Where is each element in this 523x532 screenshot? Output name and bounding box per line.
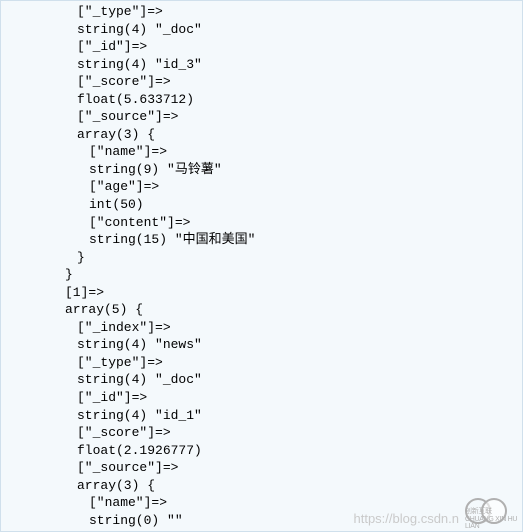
code-line: ["name"]=> bbox=[1, 494, 522, 512]
code-line: ["_source"]=> bbox=[1, 459, 522, 477]
watermark-url: https://blog.csdn.n bbox=[353, 511, 459, 526]
logo-brand-en: CHUANG XIN HU LIAN bbox=[465, 516, 517, 530]
code-line: array(3) { bbox=[1, 126, 522, 144]
code-line: float(5.633712) bbox=[1, 91, 522, 109]
code-line: ["_score"]=> bbox=[1, 424, 522, 442]
code-line: ["_type"]=> bbox=[1, 354, 522, 372]
code-line: ["name"]=> bbox=[1, 143, 522, 161]
code-line: float(2.1926777) bbox=[1, 442, 522, 460]
code-line: ["_index"]=> bbox=[1, 319, 522, 337]
code-line: array(3) { bbox=[1, 477, 522, 495]
code-line: string(4) "_doc" bbox=[1, 21, 522, 39]
logo-brand-cn: 创新互联 bbox=[465, 508, 492, 515]
code-line: ["_id"]=> bbox=[1, 389, 522, 407]
code-line: string(4) "id_1" bbox=[1, 407, 522, 425]
code-line: string(4) "id_3" bbox=[1, 56, 522, 74]
code-line: string(9) "马铃薯" bbox=[1, 161, 522, 179]
code-line: } bbox=[1, 249, 522, 267]
code-line: ["content"]=> bbox=[1, 214, 522, 232]
logo-watermark: 创新互联 CHUANG XIN HU LIAN bbox=[465, 496, 519, 528]
code-line: ["age"]=> bbox=[1, 178, 522, 196]
code-line: int(50) bbox=[1, 196, 522, 214]
code-line: array(5) { bbox=[1, 301, 522, 319]
code-line: ["_id"]=> bbox=[1, 38, 522, 56]
code-line: string(15) "中国和美国" bbox=[1, 231, 522, 249]
code-line: string(4) "news" bbox=[1, 336, 522, 354]
code-line: string(4) "_doc" bbox=[1, 371, 522, 389]
code-line: [1]=> bbox=[1, 284, 522, 302]
code-line: ["_type"]=> bbox=[1, 3, 522, 21]
logo-brand-text: 创新互联 CHUANG XIN HU LIAN bbox=[465, 506, 519, 530]
code-line: ["_source"]=> bbox=[1, 108, 522, 126]
code-block: ["_type"]=>string(4) "_doc"["_id"]=>stri… bbox=[0, 0, 523, 532]
code-line: } bbox=[1, 266, 522, 284]
code-line: ["_score"]=> bbox=[1, 73, 522, 91]
